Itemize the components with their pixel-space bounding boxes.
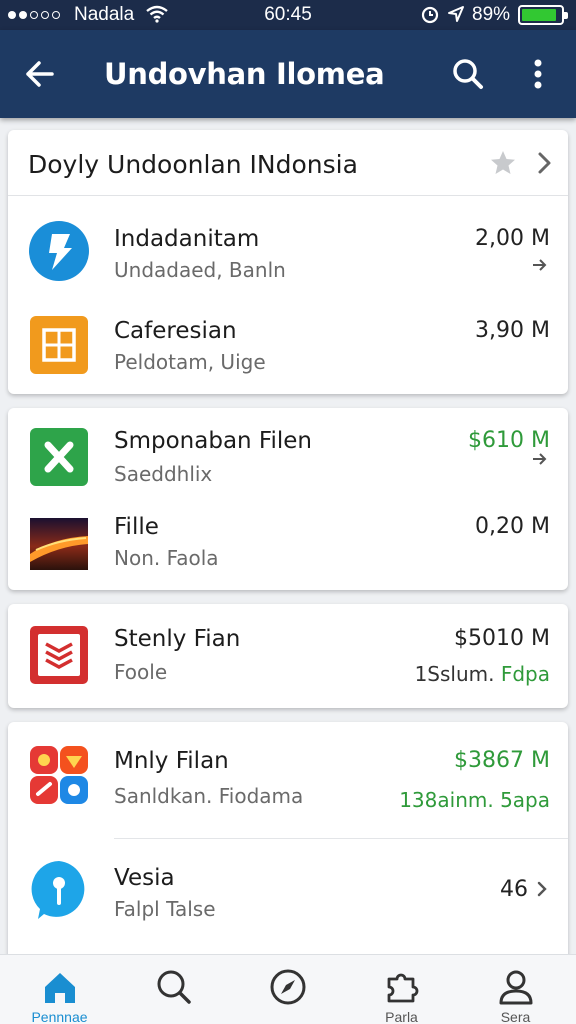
puzzle-icon [387, 973, 419, 1003]
item-value: $5010 M [454, 626, 550, 651]
item-name: Vesia [114, 865, 175, 891]
tab-label: Pennnae [31, 1009, 88, 1024]
item-subtitle: Non. Faola [114, 546, 219, 570]
app-bar: Undovhan Ilomea [0, 30, 576, 118]
list-card: Mnly Filan Sanldkan. Fiodama $3867 M 138… [8, 722, 568, 962]
item-value: $610 M [468, 428, 550, 453]
item-secondary-highlight: 138ainm. 5apa [399, 788, 550, 812]
tab-profile[interactable]: Sera [458, 955, 573, 1024]
photo-thumbnail-icon [30, 518, 88, 570]
back-arrow-icon[interactable] [20, 54, 60, 94]
list-item[interactable]: Indadanitam Undadaed, Banln 2,00 M [8, 196, 568, 296]
section-card: Doyly Undoonlan INdonsia Indadanitam Und… [8, 130, 568, 394]
tab-home[interactable]: Pennnae [2, 955, 117, 1024]
section-header[interactable]: Doyly Undoonlan INdonsia [8, 130, 568, 196]
star-icon[interactable] [488, 148, 518, 178]
lightning-app-icon [29, 221, 89, 281]
list-item[interactable]: Stenly Fian Foole $5010 M 1Sslum. Fdpa [8, 604, 568, 708]
location-arrow-icon [448, 6, 464, 22]
page-title: Undovhan Ilomea [104, 57, 385, 91]
item-name: Caferesian [114, 318, 237, 344]
alarm-icon [421, 6, 439, 24]
section-title: Doyly Undoonlan INdonsia [28, 150, 358, 179]
item-subtitle: Undadaed, Banln [114, 258, 286, 282]
pin-app-icon [31, 861, 85, 919]
list-card: Stenly Fian Foole $5010 M 1Sslum. Fdpa [8, 604, 568, 708]
item-subtitle: Falpl Talse [114, 897, 216, 921]
more-vert-icon[interactable] [522, 54, 554, 94]
document-app-icon [30, 626, 88, 684]
item-value: 0,20 M [475, 514, 550, 539]
bottom-navigation: Pennnae Parla Sera [0, 954, 576, 1024]
item-value: 3,90 M [475, 318, 550, 343]
battery-level [522, 9, 556, 21]
compass-icon [270, 969, 306, 1005]
item-subtitle: Sanldkan. Fiodama [114, 784, 304, 808]
tab-explore[interactable] [230, 955, 345, 1024]
item-value: 46 [500, 877, 528, 902]
list-item[interactable]: Fille Non. Faola 0,20 M [8, 500, 568, 590]
excel-app-icon [30, 428, 88, 486]
list-item[interactable]: Smponaban Filen Saeddhlix $610 M [8, 408, 568, 500]
grid-app-icon [30, 316, 88, 374]
list-item[interactable]: Vesia Falpl Talse 46 [8, 839, 568, 945]
list-item[interactable]: Caferesian Peldotam, Uige 3,90 M [8, 296, 568, 394]
item-value: $3867 M [454, 748, 550, 773]
list-item[interactable]: Mnly Filan Sanldkan. Fiodama $3867 M 138… [8, 722, 568, 838]
search-icon[interactable] [448, 54, 488, 94]
item-name: Stenly Fian [114, 626, 241, 652]
item-secondary-highlight: Fdpa [500, 662, 550, 686]
tab-label: Parla [385, 1009, 418, 1024]
person-icon [499, 970, 533, 1005]
list-card: Smponaban Filen Saeddhlix $610 M Fille N… [8, 408, 568, 590]
arrow-icon [533, 453, 547, 465]
multicolor-app-icon [30, 746, 88, 804]
item-secondary: 138ainm. 5apa [399, 788, 550, 812]
tab-search[interactable] [116, 955, 231, 1024]
item-secondary-prefix: 1Sslum. [414, 662, 495, 686]
item-value: 2,00 M [475, 226, 550, 251]
item-name: Fille [114, 514, 159, 540]
item-name: Indadanitam [114, 226, 260, 252]
item-name: Mnly Filan [114, 748, 229, 774]
tab-parla[interactable]: Parla [344, 955, 459, 1024]
home-icon [45, 973, 75, 1003]
item-secondary: 1Sslum. Fdpa [415, 662, 550, 686]
item-subtitle: Saeddhlix [114, 462, 213, 486]
battery-icon [518, 5, 568, 25]
battery-percentage: 89% [472, 4, 511, 25]
chevron-right-icon[interactable] [536, 881, 548, 897]
item-name: Smponaban Filen [114, 428, 312, 454]
tab-label: Sera [500, 1009, 531, 1024]
arrow-icon [533, 259, 547, 271]
chevron-right-icon[interactable] [534, 150, 554, 176]
status-bar: Nadala 60:45 89% [0, 0, 576, 30]
search-icon [157, 970, 191, 1004]
item-subtitle: Foole [114, 660, 168, 684]
item-subtitle: Peldotam, Uige [114, 350, 266, 374]
